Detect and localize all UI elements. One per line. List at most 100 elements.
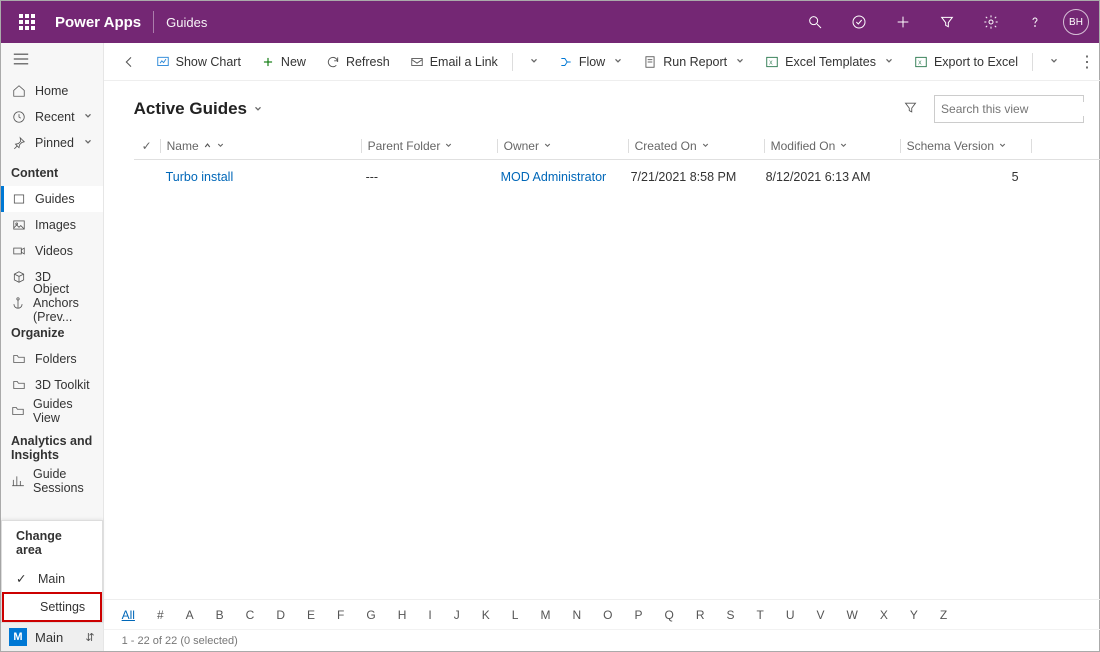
area-switcher[interactable]: M Main ⇵: [1, 623, 103, 651]
alpha-letter[interactable]: X: [880, 608, 888, 622]
cmd-new[interactable]: New: [253, 51, 314, 73]
row-name[interactable]: Turbo install: [160, 170, 360, 184]
alpha-letter[interactable]: V: [817, 608, 825, 622]
add-icon[interactable]: [887, 6, 919, 38]
alpha-letter[interactable]: Y: [910, 608, 918, 622]
col-modified[interactable]: Modified On: [765, 139, 900, 153]
filter-button[interactable]: [899, 96, 922, 122]
search-box[interactable]: [934, 95, 1084, 123]
alpha-all[interactable]: All: [122, 608, 135, 622]
col-label: Name: [167, 139, 199, 153]
cmd-export-excel[interactable]: X Export to Excel: [906, 51, 1026, 73]
cmd-email-link-dropdown[interactable]: [519, 51, 547, 73]
app-launcher[interactable]: [11, 6, 43, 38]
alpha-letter[interactable]: I: [428, 608, 431, 622]
area-option-label: Settings: [40, 600, 85, 614]
user-avatar[interactable]: BH: [1063, 9, 1089, 35]
select-all[interactable]: ✓: [134, 139, 160, 153]
cmd-refresh[interactable]: Refresh: [318, 51, 398, 73]
alpha-letter[interactable]: S: [726, 608, 734, 622]
cmd-show-chart[interactable]: Show Chart: [148, 51, 249, 73]
alpha-letter[interactable]: L: [512, 608, 519, 622]
cmd-run-report[interactable]: Run Report: [635, 51, 753, 73]
area-option-main[interactable]: ✓ Main: [2, 565, 102, 592]
alpha-letter[interactable]: H: [398, 608, 407, 622]
nav-object-anchors[interactable]: Object Anchors (Prev...: [1, 290, 103, 316]
nav-images[interactable]: Images: [1, 212, 103, 238]
cmd-label: Excel Templates: [785, 55, 876, 69]
alpha-letter[interactable]: U: [786, 608, 795, 622]
nav-videos[interactable]: Videos: [1, 238, 103, 264]
alpha-letter[interactable]: E: [307, 608, 315, 622]
table-row[interactable]: Turbo install --- MOD Administrator 7/21…: [134, 160, 1100, 194]
nav-3d-toolkit[interactable]: 3D Toolkit: [1, 372, 103, 398]
cmd-email-link[interactable]: Email a Link: [402, 51, 506, 73]
gear-icon[interactable]: [975, 6, 1007, 38]
alpha-letter[interactable]: T: [757, 608, 764, 622]
nav-label: Home: [35, 84, 68, 98]
nav-label: Videos: [35, 244, 73, 258]
anchor-icon: [11, 295, 25, 311]
videos-icon: [11, 243, 27, 259]
alpha-letter[interactable]: F: [337, 608, 344, 622]
nav-guides[interactable]: Guides: [1, 186, 103, 212]
alpha-letter[interactable]: M: [540, 608, 550, 622]
alpha-letter[interactable]: O: [603, 608, 612, 622]
filter-icon[interactable]: [931, 6, 963, 38]
nav-recent[interactable]: Recent: [1, 104, 103, 130]
nav-label: Recent: [35, 110, 75, 124]
nav-label: Guide Sessions: [33, 467, 93, 495]
alpha-letter[interactable]: N: [572, 608, 581, 622]
search-icon[interactable]: [799, 6, 831, 38]
folder-icon: [11, 403, 25, 419]
nav-guide-sessions[interactable]: Guide Sessions: [1, 468, 103, 494]
alpha-hash[interactable]: #: [157, 608, 164, 622]
alpha-letter[interactable]: P: [634, 608, 642, 622]
nav-label: Images: [35, 218, 76, 232]
alpha-letter[interactable]: Z: [940, 608, 947, 622]
help-icon[interactable]: [1019, 6, 1051, 38]
cmd-flow[interactable]: Flow: [551, 51, 631, 73]
nav-home[interactable]: Home: [1, 78, 103, 104]
nav-folders[interactable]: Folders: [1, 346, 103, 372]
nav-label: Guides View: [33, 397, 93, 425]
row-owner[interactable]: MOD Administrator: [495, 170, 625, 184]
alpha-letter[interactable]: C: [246, 608, 255, 622]
col-schema[interactable]: Schema Version: [901, 139, 1031, 153]
alpha-letter[interactable]: Q: [664, 608, 673, 622]
alpha-letter[interactable]: W: [847, 608, 858, 622]
area-option-settings[interactable]: Settings: [2, 592, 102, 622]
header-divider: [153, 11, 154, 33]
search-input[interactable]: [941, 102, 1096, 116]
back-button[interactable]: [114, 54, 144, 70]
col-created[interactable]: Created On: [629, 139, 764, 153]
nav-guides-view[interactable]: Guides View: [1, 398, 103, 424]
separator: [1032, 53, 1033, 71]
cmd-more[interactable]: ⋮: [1071, 52, 1100, 72]
nav-pinned[interactable]: Pinned: [1, 130, 103, 156]
col-parent-folder[interactable]: Parent Folder: [362, 139, 497, 153]
chevron-down-icon: [83, 136, 93, 150]
cmd-export-excel-dropdown[interactable]: [1039, 51, 1067, 73]
alpha-letter[interactable]: K: [482, 608, 490, 622]
status-bar: 1 - 22 of 22 (0 selected): [104, 629, 1100, 651]
nav-label: 3D Toolkit: [35, 378, 90, 392]
alpha-letter[interactable]: B: [216, 608, 224, 622]
cmd-label: Email a Link: [430, 55, 498, 69]
col-owner[interactable]: Owner: [498, 139, 628, 153]
alpha-letter[interactable]: G: [366, 608, 375, 622]
sidebar-toggle[interactable]: [1, 43, 103, 78]
alpha-letter[interactable]: A: [186, 608, 194, 622]
sidebar: Home Recent Pinned Content Guides Images: [1, 43, 104, 651]
alpha-letter[interactable]: J: [454, 608, 460, 622]
alpha-letter[interactable]: R: [696, 608, 705, 622]
col-name[interactable]: Name: [161, 139, 361, 153]
nav-label: Guides: [35, 192, 75, 206]
check-icon: ✓: [16, 571, 30, 586]
nav-label: Pinned: [35, 136, 74, 150]
cmd-excel-templates[interactable]: X Excel Templates: [757, 51, 902, 73]
assist-icon[interactable]: [843, 6, 875, 38]
alpha-letter[interactable]: D: [276, 608, 285, 622]
images-icon: [11, 217, 27, 233]
view-title[interactable]: Active Guides: [134, 99, 263, 119]
